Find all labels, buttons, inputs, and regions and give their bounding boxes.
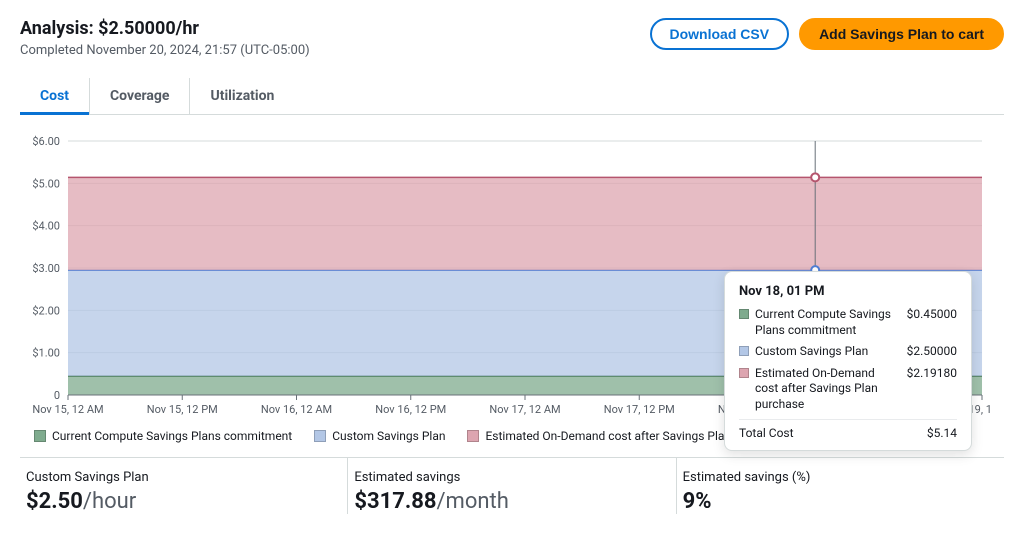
svg-text:$3.00: $3.00 [32,262,60,275]
cost-chart: 0 $1.00 $2.00 $3.00 $4.00 $5.00 $6.00 Nov 15, 1… [20,133,1004,423]
tooltip-row: Current Compute Savings Plans commitment… [739,307,957,338]
legend-swatch [314,430,326,442]
tooltip-swatch [739,309,749,319]
add-savings-plan-button[interactable]: Add Savings Plan to cart [799,18,1004,50]
metric-card: Estimated savings (%) 9% [677,458,1004,514]
page-subtitle: Completed November 20, 2024, 21:57 (UTC-… [20,43,310,58]
tooltip-row: Custom Savings Plan $2.50000 [739,344,957,360]
tooltip-total-label: Total Cost [739,426,794,440]
tooltip-total-value: $5.14 [927,426,957,440]
metric-card: Custom Savings Plan $2.50/hour [20,458,348,514]
metric-label: Estimated savings (%) [683,470,998,485]
svg-text:Nov 17, 12 PM: Nov 17, 12 PM [604,403,675,416]
metric-label: Custom Savings Plan [26,470,341,485]
legend-label: Current Compute Savings Plans commitment [52,429,292,443]
tooltip-value: $2.19180 [907,366,957,380]
tooltip-label: Estimated On-Demand cost after Savings P… [755,366,901,413]
legend-item: Custom Savings Plan [314,429,445,443]
tabs: Cost Coverage Utilization [20,78,1004,115]
tooltip-title: Nov 18, 01 PM [739,284,957,299]
legend-label: Custom Savings Plan [332,429,445,443]
metric-value: $2.50/hour [26,489,341,514]
tab-coverage[interactable]: Coverage [90,78,190,114]
metric-card: Estimated savings $317.88/month [348,458,676,514]
legend-swatch [34,430,46,442]
svg-text:$5.00: $5.00 [32,177,60,190]
tooltip-label: Current Compute Savings Plans commitment [755,307,901,338]
svg-text:Nov 16, 12 AM: Nov 16, 12 AM [261,403,332,416]
download-csv-button[interactable]: Download CSV [650,18,790,50]
tooltip-swatch [739,346,749,356]
svg-text:Nov 17, 12 AM: Nov 17, 12 AM [489,403,560,416]
tab-utilization[interactable]: Utilization [190,78,294,114]
legend-swatch [467,430,479,442]
page-title: Analysis: $2.50000/hr [20,18,310,39]
metric-value: $317.88/month [354,489,669,514]
svg-text:Nov 16, 12 PM: Nov 16, 12 PM [375,403,446,416]
tab-cost[interactable]: Cost [20,78,90,114]
metric-unit: /month [436,489,508,514]
tooltip-value: $0.45000 [907,307,957,321]
tooltip-swatch [739,368,749,378]
svg-text:$4.00: $4.00 [32,220,60,233]
svg-text:0: 0 [54,389,60,402]
chart-tooltip: Nov 18, 01 PM Current Compute Savings Pl… [724,271,972,451]
svg-text:$1.00: $1.00 [32,347,60,360]
svg-text:$2.00: $2.00 [32,304,60,317]
tooltip-row: Estimated On-Demand cost after Savings P… [739,366,957,413]
svg-text:Nov 15, 12 AM: Nov 15, 12 AM [32,403,103,416]
metric-label: Estimated savings [354,470,669,485]
legend-item: Current Compute Savings Plans commitment [34,429,292,443]
svg-text:$6.00: $6.00 [32,135,60,148]
tooltip-label: Custom Savings Plan [755,344,901,360]
metrics-row: Custom Savings Plan $2.50/hour Estimated s… [20,457,1004,514]
metric-unit: /hour [83,489,136,514]
svg-text:Nov 15, 12 PM: Nov 15, 12 PM [147,403,218,416]
tooltip-value: $2.50000 [907,344,957,358]
metric-value: 9% [683,489,998,514]
